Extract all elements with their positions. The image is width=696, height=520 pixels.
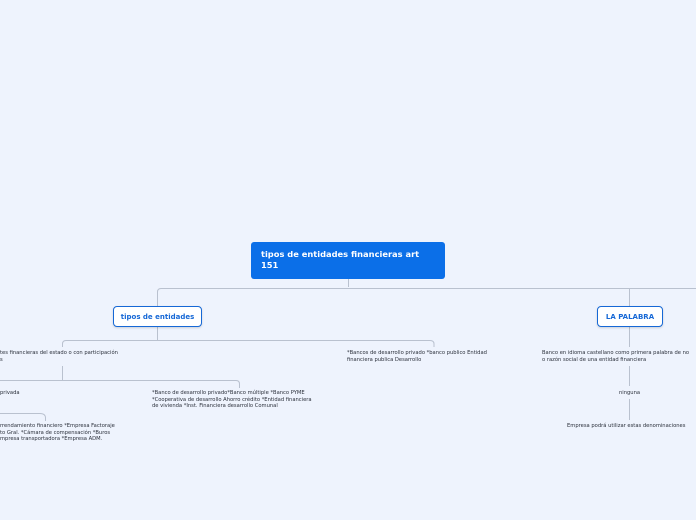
connector-tipos-left-curve — [62, 340, 67, 347]
subtopic-privada[interactable]: privada — [0, 390, 40, 397]
mindmap-canvas: tipos de entidades financieras art 151 t… — [0, 0, 696, 520]
topic-tipos-de-entidades[interactable]: tipos de entidades — [113, 306, 202, 327]
connector-root-left-curve — [157, 288, 162, 306]
subtopic-entidades-estado[interactable]: tes financieras del estado o con partici… — [0, 350, 140, 363]
subtopic-bancos-desarrollo[interactable]: *Bancos de desarrollo privado *banco pub… — [347, 350, 517, 363]
subtopic-ninguna[interactable]: ninguna — [619, 390, 659, 397]
topic-la-palabra[interactable]: LA PALABRA — [597, 306, 663, 327]
subtopic-empresa-denominaciones[interactable]: Empresa podrá utilizar estas denominacio… — [567, 423, 696, 430]
subtopic-banco-idioma-castellano[interactable]: Banco en idioma castellano como primera … — [542, 350, 696, 363]
connector-estado-bar — [0, 380, 240, 388]
connector-privada-curve — [0, 413, 46, 421]
root-topic[interactable]: tipos de entidades financieras art 151 — [251, 242, 445, 279]
subtopic-arrendamiento-financiero[interactable]: rrendamiento financiero *Empresa Factora… — [0, 423, 140, 443]
subtopic-banco-desarrollo-privado[interactable]: *Banco de desarrollo privado*Banco múlti… — [152, 390, 342, 410]
connector-tipos-bar — [66, 340, 435, 347]
